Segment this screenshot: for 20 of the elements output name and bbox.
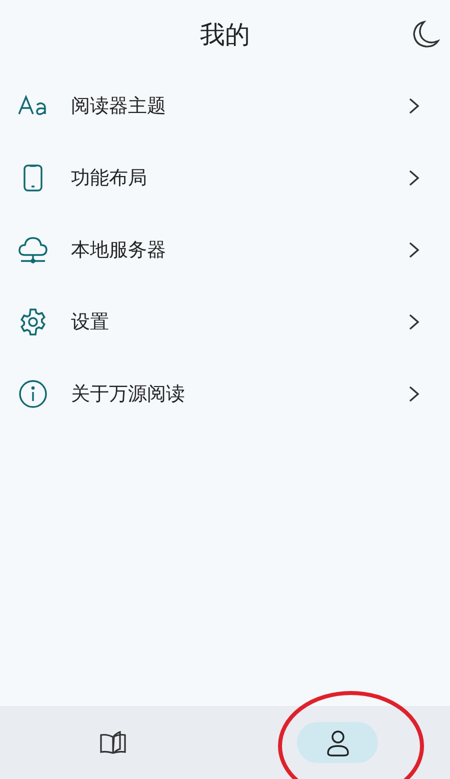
menu-item[interactable]: 关于万源阅读 — [0, 358, 450, 430]
chevron-icon — [408, 385, 420, 403]
book-icon — [98, 730, 126, 754]
chevron-icon — [408, 97, 420, 115]
menu-item[interactable]: 阅读器主题 — [0, 70, 450, 142]
page-title: 我的 — [200, 19, 250, 52]
chevron-icon — [408, 241, 420, 259]
moon-icon[interactable] — [412, 20, 440, 48]
info-icon — [18, 379, 48, 409]
cloud-server-icon — [18, 236, 48, 264]
chevron-icon — [408, 313, 420, 331]
chevron-icon — [408, 169, 420, 187]
phone-icon — [23, 164, 43, 192]
menu-item[interactable]: 功能布局 — [0, 142, 450, 214]
menu-item[interactable]: 设置 — [0, 286, 450, 358]
person-icon — [324, 728, 350, 756]
menu-item[interactable]: 本地服务器 — [0, 214, 450, 286]
settings-icon — [18, 307, 48, 337]
text-style-icon — [18, 94, 48, 118]
nav-tab[interactable] — [297, 722, 378, 763]
